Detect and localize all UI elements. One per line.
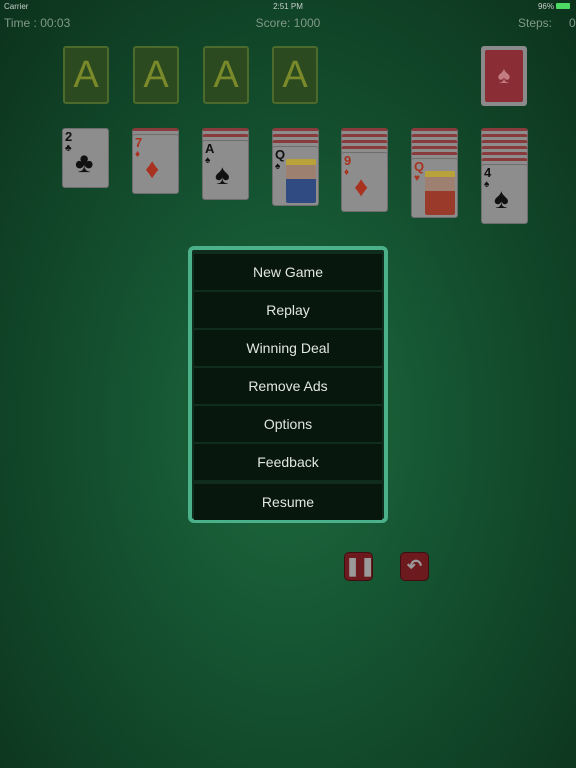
pause-menu: New Game Replay Winning Deal Remove Ads …: [188, 246, 388, 523]
queen-portrait-icon: [425, 171, 455, 215]
steps-count: 0: [569, 16, 576, 30]
foundation-pile[interactable]: A: [133, 46, 179, 104]
steps-label: Steps:: [518, 16, 553, 30]
card-rank: 9: [344, 153, 352, 168]
pause-button[interactable]: ❚❚: [344, 552, 376, 581]
card-suit: ♣: [65, 143, 72, 154]
card-suit: ♥: [414, 173, 420, 184]
face-up-card[interactable]: 4 ♠ ♠: [481, 164, 528, 224]
face-up-card[interactable]: 7 ♦ ♦: [132, 134, 179, 194]
undo-button[interactable]: ↶: [400, 552, 429, 581]
card-suit: ♠: [275, 161, 281, 172]
card-rank: Q: [275, 147, 286, 162]
menu-options[interactable]: Options: [194, 406, 382, 442]
menu-resume[interactable]: Resume: [194, 484, 382, 520]
clock: 2:51 PM: [273, 2, 303, 11]
card-suit: ♦: [344, 167, 350, 178]
card-suit: ♠: [205, 155, 211, 166]
foundation-pile[interactable]: A: [272, 46, 318, 104]
battery-icon: [556, 3, 570, 9]
face-up-card[interactable]: 2 ♣ ♣: [62, 128, 109, 188]
card-rank: A: [205, 141, 215, 156]
menu-remove-ads[interactable]: Remove Ads: [194, 368, 382, 404]
score: Score: 1000: [255, 16, 321, 30]
menu-replay[interactable]: Replay: [194, 292, 382, 328]
foundation-pile[interactable]: A: [63, 46, 109, 104]
card-suit-large-icon: ♠: [215, 159, 230, 190]
card-suit: ♦: [135, 149, 141, 160]
face-up-card[interactable]: Q ♥: [411, 158, 458, 218]
foundation-pile[interactable]: A: [203, 46, 249, 104]
pause-icon: ❚❚: [345, 556, 376, 576]
card-back-spade-icon: ♠: [485, 50, 523, 102]
queen-portrait-icon: [286, 159, 316, 203]
stock-pile[interactable]: ♠: [481, 46, 527, 106]
card-rank: 7: [135, 135, 143, 150]
face-up-card[interactable]: 9 ♦ ♦: [341, 152, 388, 212]
face-up-card[interactable]: A ♠ ♠: [202, 140, 249, 200]
card-suit-large-icon: ♣: [75, 147, 94, 178]
menu-feedback[interactable]: Feedback: [194, 444, 382, 480]
battery-label: 96%: [537, 2, 554, 11]
card-rank: 2: [65, 129, 73, 144]
card-suit-large-icon: ♦: [145, 153, 160, 184]
undo-icon: ↶: [406, 556, 423, 576]
menu-winning-deal[interactable]: Winning Deal: [194, 330, 382, 366]
face-up-card[interactable]: Q ♠: [272, 146, 319, 206]
card-suit-large-icon: ♦: [354, 171, 369, 202]
card-rank: Q: [414, 159, 425, 174]
card-suit-large-icon: ♠: [494, 183, 509, 214]
menu-new-game[interactable]: New Game: [194, 254, 382, 290]
card-rank: 4: [484, 165, 492, 180]
card-suit: ♠: [484, 179, 490, 190]
